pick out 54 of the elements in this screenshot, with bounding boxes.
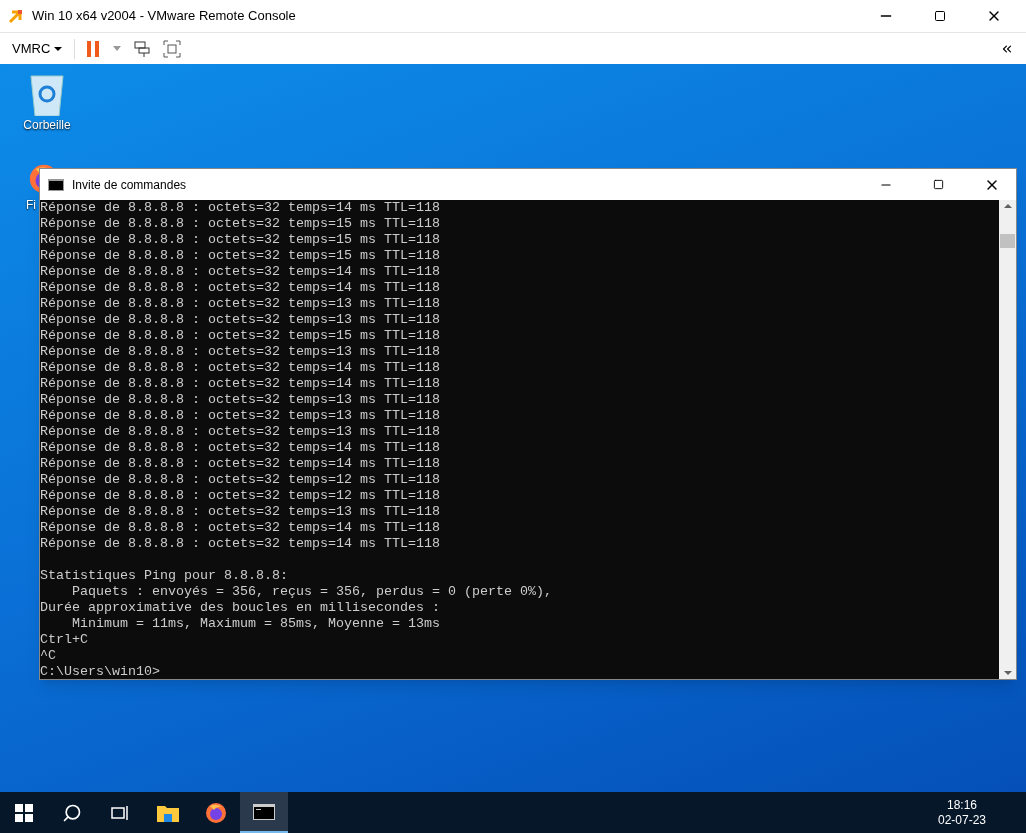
recycle-bin-icon[interactable] bbox=[27, 72, 67, 116]
console-line: Réponse de 8.8.8.8 : octets=32 temps=13 ms TTL=118 bbox=[40, 296, 440, 312]
app-logo-icon bbox=[8, 8, 24, 24]
firefox-icon bbox=[204, 800, 228, 825]
window-title: Invite de commandes bbox=[72, 176, 188, 194]
maximize-icon[interactable] bbox=[933, 179, 944, 190]
desktop-icon-label[interactable]: Fi bbox=[12, 196, 36, 214]
vmrc-menu-button[interactable]: VMRC bbox=[12, 38, 63, 59]
terminal-icon bbox=[253, 803, 275, 820]
clock-date: 02-07-23 bbox=[937, 812, 986, 828]
console-line: C:\Users\win10> bbox=[40, 664, 160, 680]
console-line: Réponse de 8.8.8.8 : octets=32 temps=15 ms TTL=118 bbox=[40, 328, 440, 344]
console-line: Réponse de 8.8.8.8 : octets=32 temps=15 ms TTL=118 bbox=[40, 216, 440, 232]
fullscreen-icon[interactable] bbox=[163, 39, 182, 58]
console-line: Réponse de 8.8.8.8 : octets=32 temps=13 ms TTL=118 bbox=[40, 424, 440, 440]
console-line: Réponse de 8.8.8.8 : octets=32 temps=15 ms TTL=118 bbox=[40, 232, 440, 248]
console-line: Réponse de 8.8.8.8 : octets=32 temps=14 ms TTL=118 bbox=[40, 200, 440, 216]
maximize-icon[interactable] bbox=[934, 10, 946, 22]
console-line: Ctrl+C bbox=[40, 632, 88, 648]
console-line: Réponse de 8.8.8.8 : octets=32 temps=14 ms TTL=118 bbox=[40, 280, 440, 296]
console-line: Réponse de 8.8.8.8 : octets=32 temps=14 ms TTL=118 bbox=[40, 376, 440, 392]
console-line: Réponse de 8.8.8.8 : octets=32 temps=13 ms TTL=118 bbox=[40, 504, 440, 520]
scrollbar[interactable] bbox=[999, 200, 1016, 679]
console-line: Réponse de 8.8.8.8 : octets=32 temps=13 ms TTL=118 bbox=[40, 392, 440, 408]
console-line: Minimum = 11ms, Maximum = 85ms, Moyenne = 13ms bbox=[71, 616, 440, 632]
send-keys-icon[interactable] bbox=[133, 39, 152, 58]
console-line: Réponse de 8.8.8.8 : octets=32 temps=14 ms TTL=118 bbox=[40, 536, 440, 552]
caret-icon[interactable] bbox=[113, 46, 122, 51]
search-icon bbox=[62, 802, 82, 823]
terminal-icon bbox=[48, 178, 64, 191]
console-line: Réponse de 8.8.8.8 : octets=32 temps=14 ms TTL=118 bbox=[40, 440, 440, 456]
console-line: Réponse de 8.8.8.8 : octets=32 temps=14 ms TTL=118 bbox=[40, 456, 440, 472]
console-line: Réponse de 8.8.8.8 : octets=32 temps=13 ms TTL=118 bbox=[40, 408, 440, 424]
console-line: Réponse de 8.8.8.8 : octets=32 temps=12 ms TTL=118 bbox=[40, 472, 440, 488]
console-line: Réponse de 8.8.8.8 : octets=32 temps=14 ms TTL=118 bbox=[40, 520, 440, 536]
folder-icon bbox=[157, 803, 179, 822]
console-line: Statistiques Ping pour 8.8.8.8: bbox=[40, 568, 288, 584]
taskbar-button[interactable] bbox=[240, 792, 288, 833]
console-line: Réponse de 8.8.8.8 : octets=32 temps=14 ms TTL=118 bbox=[40, 264, 440, 280]
console-line: Paquets : envoyés = 356, reçus = 356, perdus = 0 (perte 0%), bbox=[71, 584, 552, 600]
clock-time: 18:16 bbox=[946, 797, 977, 813]
console-line: Réponse de 8.8.8.8 : octets=32 temps=13 ms TTL=118 bbox=[40, 312, 440, 328]
console-line: Réponse de 8.8.8.8 : octets=32 temps=15 ms TTL=118 bbox=[40, 248, 440, 264]
console-line: ^C bbox=[40, 648, 56, 664]
console-line: Réponse de 8.8.8.8 : octets=32 temps=14 ms TTL=118 bbox=[40, 360, 440, 376]
windows-icon bbox=[15, 803, 33, 822]
window-title: Win 10 x64 v2004 - VMware Remote Console bbox=[32, 7, 297, 26]
pause-icon[interactable] bbox=[87, 40, 102, 57]
console-line: Réponse de 8.8.8.8 : octets=32 temps=12 ms TTL=118 bbox=[40, 488, 440, 504]
desktop-icon-label[interactable]: Corbeille bbox=[23, 116, 71, 134]
task-view-icon bbox=[110, 803, 130, 822]
console-line: Réponse de 8.8.8.8 : octets=32 temps=13 ms TTL=118 bbox=[40, 344, 440, 360]
clock[interactable]: 18:16 02-07-23 bbox=[929, 797, 994, 828]
console-line: Durée approximative des boucles en millisecondes : bbox=[40, 600, 440, 616]
